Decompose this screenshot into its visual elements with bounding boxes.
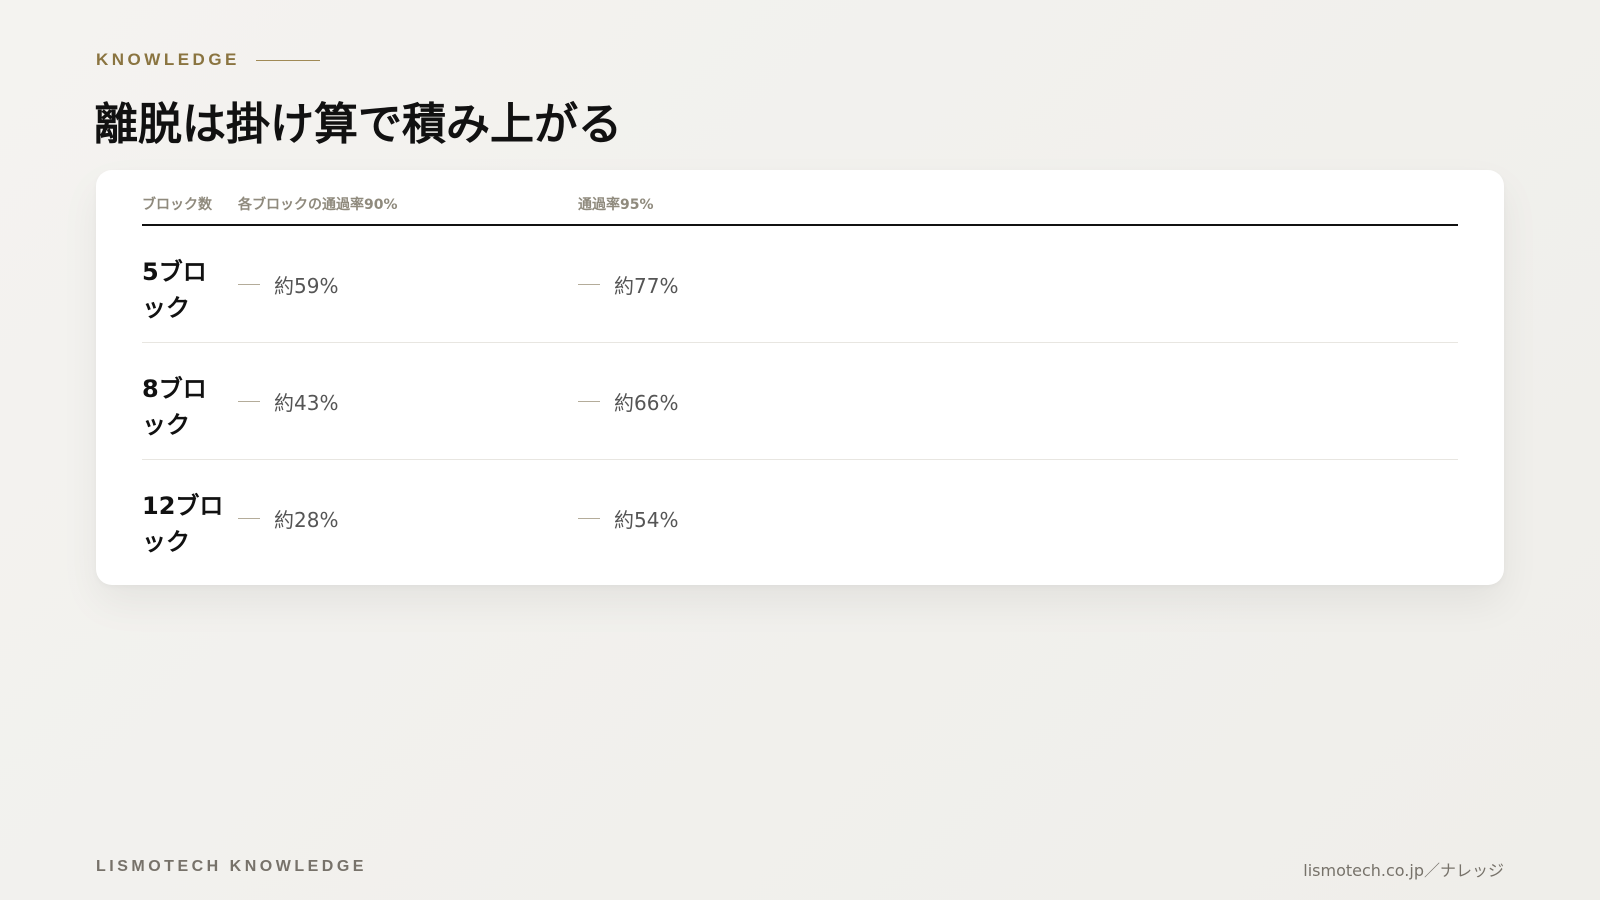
table-row: 12ブロック 約28% 約54%: [142, 460, 1458, 577]
cell-value: 約66%: [614, 391, 679, 415]
dash-icon: [238, 284, 260, 285]
cell-rate-90: 約28%: [238, 460, 338, 577]
table-card: ブロック数 各ブロックの通過率90% 通過率95% 5ブロック 約59% 約77…: [96, 170, 1504, 585]
dash-icon: [238, 518, 260, 519]
cell-value: 約54%: [614, 508, 679, 532]
cell-value: 約43%: [274, 391, 339, 415]
row-label: 8ブロック: [142, 375, 207, 439]
table-header: ブロック数 各ブロックの通過率90% 通過率95%: [142, 192, 1458, 226]
footer-brand: LISMOTECH KNOWLEDGE: [96, 858, 367, 875]
dash-icon: [578, 284, 600, 285]
row-label: 5ブロック: [142, 258, 207, 322]
row-label: 12ブロック: [142, 492, 224, 556]
cell-value: 約59%: [274, 274, 339, 298]
dash-icon: [578, 401, 600, 402]
column-header-rate-95: 通過率95%: [578, 197, 654, 213]
table-row: 8ブロック 約43% 約66%: [142, 343, 1458, 460]
eyebrow-label: KNOWLEDGE: [96, 50, 240, 69]
footer-link[interactable]: lismotech.co.jp／ナレッジ: [1303, 857, 1504, 881]
cell-rate-90: 約43%: [238, 343, 338, 460]
cell-value: 約28%: [274, 508, 339, 532]
eyebrow-rule: [255, 59, 320, 61]
cell-value: 約77%: [614, 274, 679, 298]
cell-rate-95: 約77%: [578, 226, 678, 343]
cell-rate-95: 約54%: [578, 460, 678, 577]
page-title: 離脱は掛け算で積み上がる: [94, 99, 622, 150]
dash-icon: [238, 401, 260, 402]
cell-rate-95: 約66%: [578, 343, 678, 460]
column-header-rate-90: 各ブロックの通過率90%: [238, 197, 398, 213]
table-row: 5ブロック 約59% 約77%: [142, 226, 1458, 343]
dash-icon: [578, 518, 600, 519]
cell-rate-90: 約59%: [238, 226, 338, 343]
eyebrow: KNOWLEDGE: [96, 50, 320, 70]
data-table: ブロック数 各ブロックの通過率90% 通過率95% 5ブロック 約59% 約77…: [142, 192, 1458, 577]
column-header-blocks: ブロック数: [142, 197, 212, 213]
